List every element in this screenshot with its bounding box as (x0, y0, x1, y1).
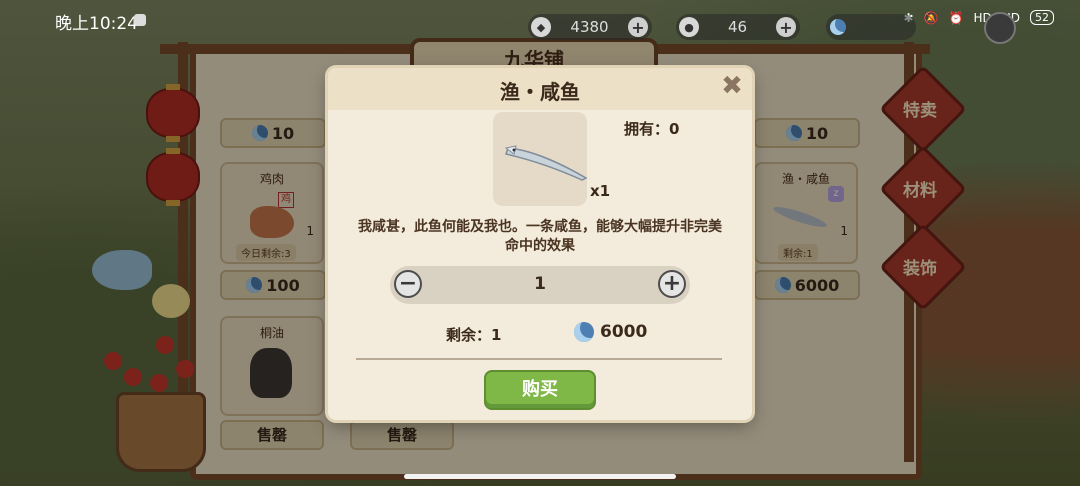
status-time: 晚上10:24 (55, 14, 138, 34)
close-icon[interactable]: ✖ (720, 73, 744, 99)
home-indicator[interactable] (404, 474, 676, 479)
currency-moon (826, 14, 916, 40)
gem-icon: ● (679, 17, 699, 37)
message-icon (134, 14, 146, 26)
total-price: 6000 (574, 322, 647, 342)
buy-button[interactable]: 购买 (484, 370, 596, 410)
salted-fish-icon (504, 145, 588, 181)
quantity-stepper: − 1 + (390, 266, 690, 304)
remaining-stock: 剩余：1 (446, 326, 502, 344)
coin-value: 4380 (570, 18, 609, 36)
moon-coin-icon (830, 19, 846, 35)
add-gems-button[interactable]: + (776, 17, 796, 37)
purchase-dialog: 渔・咸鱼 ✖ x1 拥有：0 我咸甚，此鱼何能及我也。一条咸鱼，能够大幅提升非完… (328, 68, 752, 420)
price-value: 6000 (600, 322, 648, 342)
currency-coins: ◆ 4380 + (528, 14, 652, 40)
dialog-title: 渔・咸鱼 (500, 80, 580, 104)
alarm-icon: ⏰ (948, 10, 964, 25)
owned-count: 拥有：0 (624, 120, 680, 138)
item-description: 我咸甚，此鱼何能及我也。一条咸鱼，能够大幅提升非完美命中的效果 (358, 219, 722, 254)
mute-icon: 🔕 (923, 10, 939, 25)
currency-gems: ● 46 + (676, 14, 800, 40)
divider (356, 358, 722, 360)
add-coins-button[interactable]: + (628, 17, 648, 37)
quantity-value: 1 (534, 274, 546, 294)
increase-button[interactable]: + (658, 270, 686, 298)
avatar[interactable] (984, 12, 1016, 44)
gem-value: 46 (727, 18, 748, 36)
battery-indicator: 52 (1030, 10, 1054, 25)
status-icons: ✱ 🔕 ⏰ HD HD 52 (904, 10, 1054, 25)
moon-coin-icon (574, 322, 594, 342)
item-quantity: x1 (590, 182, 611, 200)
coin-icon: ◆ (531, 17, 551, 37)
